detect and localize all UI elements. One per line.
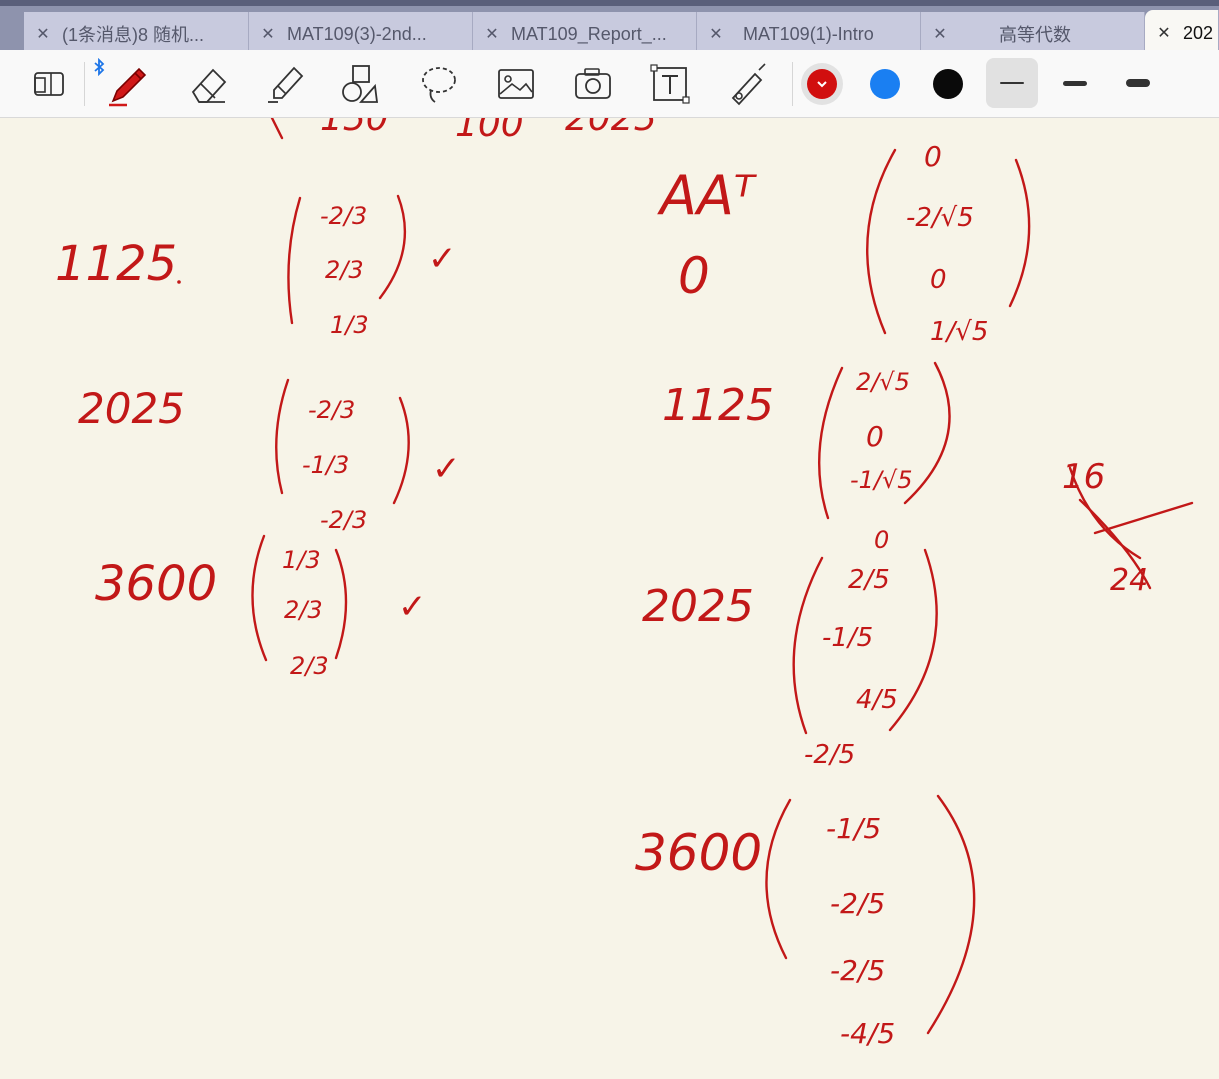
vector-entry: 2/√5 bbox=[856, 368, 910, 396]
vector-entry: -2/√5 bbox=[906, 203, 974, 233]
eraser-icon[interactable] bbox=[186, 61, 232, 107]
vector-entry: -1/3 bbox=[302, 451, 349, 479]
camera-icon[interactable] bbox=[570, 61, 616, 107]
divider bbox=[792, 62, 793, 106]
vector-entry: 2/5 bbox=[848, 565, 890, 595]
ink-stroke bbox=[270, 118, 284, 140]
vector-entry: 1/√5 bbox=[930, 317, 988, 347]
chevron-down-icon bbox=[817, 81, 827, 88]
right-paren bbox=[378, 194, 407, 300]
vector-entry: 4/5 bbox=[856, 685, 898, 715]
left-paren bbox=[765, 798, 792, 960]
vector-entry: 1/3 bbox=[282, 546, 321, 574]
color-blue-swatch[interactable] bbox=[870, 69, 900, 99]
close-icon[interactable]: ✕ bbox=[697, 24, 735, 44]
left-paren bbox=[792, 556, 824, 735]
close-icon[interactable]: ✕ bbox=[921, 24, 959, 44]
left-paren bbox=[275, 378, 290, 495]
tab-label: MAT109(1)-Intro bbox=[743, 23, 874, 44]
eigenvalue-label: 3600 bbox=[95, 556, 217, 612]
vector-entry: 0 bbox=[930, 265, 947, 295]
tab-label: MAT109(3)-2nd... bbox=[287, 23, 427, 44]
right-paren bbox=[926, 794, 976, 1035]
matrix-header: AAᵀ bbox=[657, 164, 758, 227]
ink-stroke bbox=[1093, 501, 1194, 535]
right-paren bbox=[334, 548, 348, 660]
margin-scribble-top: 16 bbox=[1062, 457, 1105, 497]
eigenvalue-label: 3600 bbox=[635, 824, 762, 882]
margin-scribble-bottom: 24 bbox=[1110, 563, 1148, 598]
close-icon[interactable]: ✕ bbox=[1145, 23, 1183, 43]
vector-entry: -2/3 bbox=[320, 506, 367, 534]
note-canvas[interactable]: 150 100 2025 1125 -2/3 2/3 1/3 ✓ 2025 -2… bbox=[0, 118, 1219, 1079]
vector-entry: -2/5 bbox=[804, 740, 855, 770]
vector-entry: -1/5 bbox=[822, 623, 873, 653]
line-width-thick[interactable] bbox=[1112, 58, 1164, 108]
lasso-icon[interactable] bbox=[416, 61, 462, 107]
close-icon[interactable]: ✕ bbox=[473, 24, 511, 44]
tab-label: 高等代数 bbox=[999, 25, 1071, 45]
eigenvalue-label: 0 bbox=[678, 247, 710, 305]
check-mark: ✓ bbox=[432, 449, 461, 489]
tab-label: MAT109_Report_... bbox=[511, 23, 667, 44]
eigenvalue-label: 1125 bbox=[55, 236, 177, 292]
tab-label: (1条消息)8 随机... bbox=[62, 25, 205, 45]
tab-label: 202 bbox=[1183, 22, 1214, 43]
image-icon[interactable] bbox=[493, 61, 539, 107]
eigenvalue-label: 2025 bbox=[78, 384, 185, 433]
vector-entry: -1/√5 bbox=[850, 466, 913, 494]
check-mark: ✓ bbox=[428, 239, 457, 279]
eigenvalue-label: 1125 bbox=[662, 380, 774, 431]
vector-entry: -2/5 bbox=[830, 887, 885, 920]
color-red-swatch[interactable] bbox=[807, 69, 837, 99]
vector-entry: 2/3 bbox=[284, 596, 323, 624]
pen-icon[interactable] bbox=[105, 61, 151, 107]
tab-bar: ✕ (1条消息)8 随机... ✕ MAT109(3)-2nd... ✕ MAT… bbox=[0, 0, 1219, 56]
color-black-swatch[interactable] bbox=[933, 69, 963, 99]
line-width-medium[interactable] bbox=[1049, 58, 1101, 108]
left-paren bbox=[866, 148, 897, 335]
eigenvalue-label: 2025 bbox=[642, 581, 754, 632]
divider bbox=[84, 62, 85, 106]
right-paren bbox=[392, 396, 410, 505]
top-cut-label-2: 100 bbox=[455, 118, 524, 145]
highlighter-icon[interactable] bbox=[263, 61, 309, 107]
close-icon[interactable]: ✕ bbox=[249, 24, 287, 44]
vector-entry: 0 bbox=[866, 420, 884, 453]
vector-entry: -2/5 bbox=[830, 954, 885, 987]
left-paren bbox=[251, 534, 268, 662]
laser-pointer-icon[interactable] bbox=[724, 61, 770, 107]
shapes-icon[interactable] bbox=[338, 61, 384, 107]
handwriting-layer: 150 100 2025 1125 -2/3 2/3 1/3 ✓ 2025 -2… bbox=[55, 118, 1194, 1050]
vector-entry: 2/3 bbox=[290, 652, 329, 680]
vector-entry: -2/3 bbox=[320, 202, 367, 230]
check-mark: ✓ bbox=[398, 587, 427, 627]
page-layout-icon[interactable] bbox=[26, 61, 72, 107]
close-icon[interactable]: ✕ bbox=[24, 24, 62, 44]
left-paren bbox=[817, 366, 844, 520]
toolbar bbox=[0, 50, 1219, 118]
line-width-thin[interactable] bbox=[986, 58, 1038, 108]
vector-entry: 0 bbox=[924, 140, 942, 173]
vector-entry: -1/5 bbox=[826, 812, 881, 845]
vector-entry: 0 bbox=[874, 526, 889, 554]
ink-dot bbox=[177, 280, 181, 284]
bluetooth-icon bbox=[92, 57, 106, 81]
top-cut-label-1: 150 bbox=[320, 118, 389, 139]
top-cut-label-3: 2025 bbox=[565, 118, 657, 139]
text-box-icon[interactable] bbox=[647, 61, 693, 107]
vector-entry: -4/5 bbox=[840, 1017, 895, 1050]
vector-entry: -2/3 bbox=[308, 396, 355, 424]
vector-entry: 2/3 bbox=[325, 256, 364, 284]
left-paren bbox=[287, 196, 302, 325]
vector-entry: 1/3 bbox=[330, 311, 369, 339]
right-paren bbox=[1008, 158, 1031, 308]
